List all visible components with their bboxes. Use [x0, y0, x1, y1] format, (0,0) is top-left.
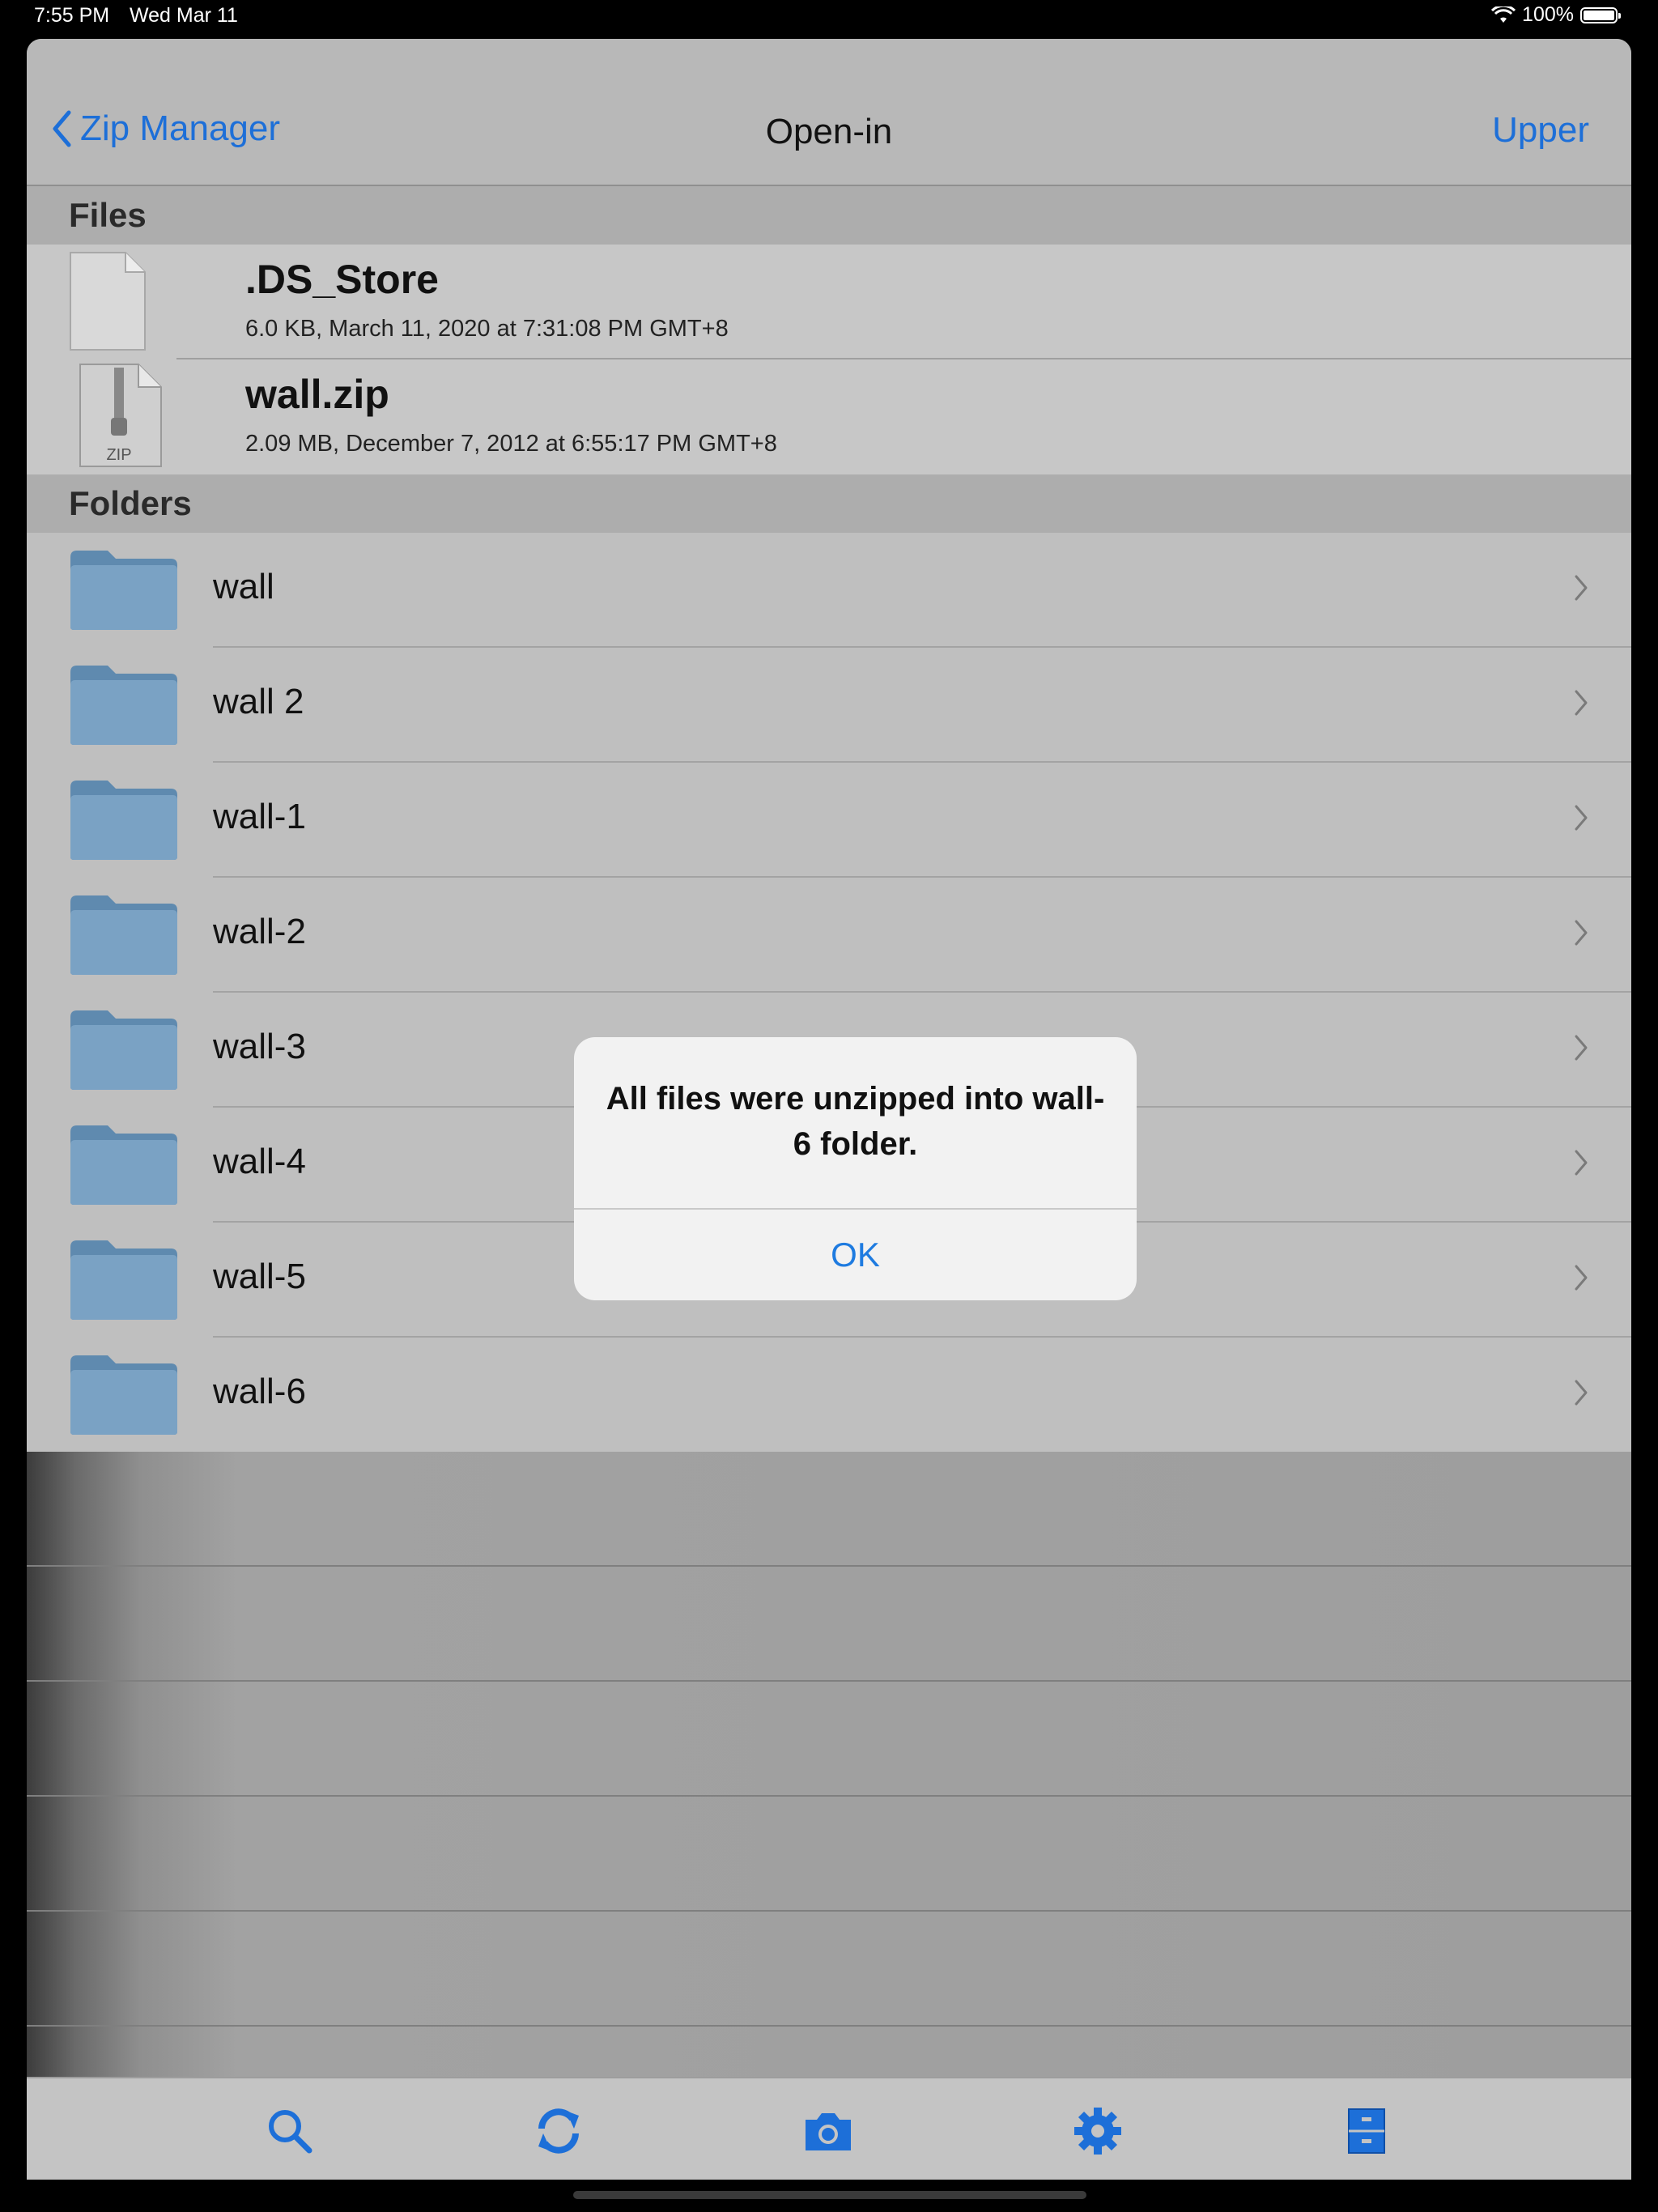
file-row[interactable]: ZIP wall.zip 2.09 MB, December 7, 2012 a…: [27, 359, 1631, 474]
file-row[interactable]: .DS_Store 6.0 KB, March 11, 2020 at 7:31…: [27, 245, 1631, 359]
row-divider: [27, 1795, 1631, 1797]
folder-name: wall-2: [213, 912, 306, 951]
folder-row[interactable]: wall-1: [27, 763, 1631, 878]
folder-row[interactable]: wall: [27, 533, 1631, 648]
camera-button[interactable]: [800, 2103, 857, 2159]
upper-button[interactable]: Upper: [1492, 110, 1589, 151]
folder-name: wall: [213, 567, 274, 606]
blank-document-icon: [70, 252, 146, 351]
wifi-icon: [1491, 6, 1516, 23]
bottom-toolbar: [27, 2077, 1631, 2180]
file-name: wall.zip: [245, 372, 389, 417]
file-name: .DS_Store: [245, 257, 439, 302]
chevron-right-icon: [1575, 1150, 1588, 1176]
file-meta: 2.09 MB, December 7, 2012 at 6:55:17 PM …: [245, 431, 777, 457]
chevron-right-icon: [1575, 1265, 1588, 1291]
status-date: Wed Mar 11: [130, 4, 238, 27]
gear-icon: [1074, 2108, 1121, 2155]
folder-name: wall-5: [213, 1257, 306, 1296]
folder-row[interactable]: wall 2: [27, 648, 1631, 763]
folder-icon: [70, 895, 177, 975]
ok-button[interactable]: OK: [574, 1209, 1137, 1300]
status-time: 7:55 PM: [34, 4, 110, 27]
chevron-right-icon: [1575, 690, 1588, 716]
file-meta: 6.0 KB, March 11, 2020 at 7:31:08 PM GMT…: [245, 316, 729, 342]
folder-name: wall-6: [213, 1372, 306, 1411]
battery-icon: [1580, 6, 1621, 23]
section-header-files: Files: [27, 186, 1631, 245]
chevron-right-icon: [1575, 805, 1588, 831]
search-icon: [269, 2110, 312, 2154]
row-divider: [27, 1910, 1631, 1912]
svg-text:ZIP: ZIP: [106, 446, 131, 464]
battery-percent: 100%: [1522, 3, 1574, 26]
file-cabinet-icon: [1348, 2108, 1385, 2154]
alert-dialog: All files were unzipped into wall-6 fold…: [574, 1037, 1137, 1300]
folder-row[interactable]: wall-6: [27, 1338, 1631, 1453]
folder-icon: [70, 1240, 177, 1320]
folder-icon: [70, 781, 177, 860]
folder-row[interactable]: wall-2: [27, 878, 1631, 993]
zip-file-icon: ZIP: [79, 364, 162, 467]
folder-icon: [70, 551, 177, 630]
alert-message: All files were unzipped into wall-6 fold…: [606, 1081, 1105, 1162]
row-divider: [27, 2025, 1631, 2027]
folder-name: wall-4: [213, 1142, 306, 1181]
folder-name: wall 2: [213, 682, 304, 721]
row-divider: [27, 1565, 1631, 1567]
refresh-icon: [538, 2108, 579, 2154]
chevron-right-icon: [1575, 1035, 1588, 1061]
folder-name: wall-3: [213, 1027, 306, 1066]
file-manager-button[interactable]: [1338, 2103, 1395, 2159]
app-sheet: Zip Manager Open-in Upper Files .DS_Stor…: [27, 39, 1631, 2180]
chevron-right-icon: [1575, 920, 1588, 946]
folder-icon: [70, 1355, 177, 1435]
camera-icon: [806, 2113, 851, 2150]
empty-list-background: [27, 1452, 1631, 2077]
page-title: Open-in: [765, 112, 893, 151]
chevron-right-icon: [1575, 575, 1588, 601]
navigation-bar: Zip Manager Open-in Upper: [27, 39, 1631, 186]
row-divider: [27, 1680, 1631, 1682]
folder-icon: [70, 1010, 177, 1090]
search-button[interactable]: [261, 2103, 318, 2159]
home-indicator: [573, 2191, 1086, 2199]
settings-button[interactable]: [1069, 2103, 1126, 2159]
folder-icon: [70, 666, 177, 745]
section-header-folders: Folders: [27, 474, 1631, 533]
chevron-right-icon: [1575, 1380, 1588, 1406]
folder-icon: [70, 1125, 177, 1205]
status-bar: 7:55 PM Wed Mar 11 100%: [0, 0, 1658, 37]
refresh-button[interactable]: [530, 2103, 587, 2159]
folder-name: wall-1: [213, 797, 306, 836]
